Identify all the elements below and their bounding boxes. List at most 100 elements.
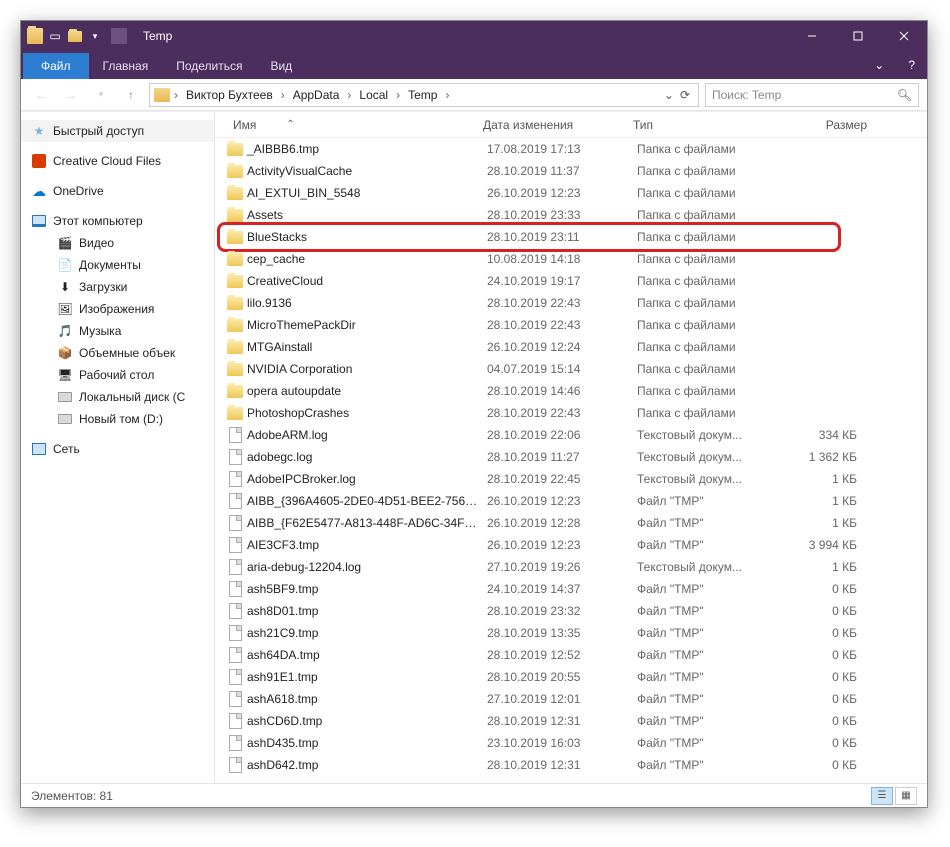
sidebar-item[interactable]: 🎵 Музыка: [21, 320, 214, 342]
item-icon: 🖥: [57, 367, 73, 383]
chevron-right-icon[interactable]: ›: [443, 88, 451, 102]
list-item[interactable]: NVIDIA Corporation04.07.2019 15:14Папка …: [219, 358, 927, 380]
view-icons-button[interactable]: ▦: [895, 787, 917, 805]
sidebar-label: Музыка: [79, 324, 121, 338]
status-bar: Элементов: 81 ☰ ▦: [21, 783, 927, 807]
item-icon: 🎵: [57, 323, 73, 339]
item-date: 26.10.2019 12:28: [479, 516, 629, 530]
view-details-button[interactable]: ☰: [871, 787, 893, 805]
chevron-right-icon[interactable]: ›: [345, 88, 353, 102]
chevron-right-icon[interactable]: ›: [279, 88, 287, 102]
address-bar[interactable]: › Виктор Бухтеев › AppData › Local › Tem…: [149, 83, 699, 107]
item-date: 28.10.2019 11:37: [479, 164, 629, 178]
col-size[interactable]: Размер: [775, 118, 875, 132]
minimize-button[interactable]: [789, 21, 835, 51]
sidebar-item[interactable]: 🖼Изображения: [21, 298, 214, 320]
breadcrumb-segment[interactable]: Виктор Бухтеев: [182, 88, 277, 102]
list-item[interactable]: AdobeARM.log28.10.2019 22:06Текстовый до…: [219, 424, 927, 446]
list-item[interactable]: AdobeIPCBroker.log28.10.2019 22:45Тексто…: [219, 468, 927, 490]
breadcrumb-segment[interactable]: Temp: [404, 88, 441, 102]
sidebar-item[interactable]: ⬇Загрузки: [21, 276, 214, 298]
address-dropdown-icon[interactable]: ⌄: [664, 88, 674, 102]
list-item[interactable]: ashCD6D.tmp28.10.2019 12:31Файл "TMP"0 К…: [219, 710, 927, 732]
list-item[interactable]: adobegc.log28.10.2019 11:27Текстовый док…: [219, 446, 927, 468]
sidebar-item[interactable]: Новый том (D:): [21, 408, 214, 430]
ribbon-expand-icon[interactable]: ⌄: [862, 58, 896, 72]
item-icon: 📦: [57, 345, 73, 361]
list-item[interactable]: lilo.913628.10.2019 22:43Папка с файлами: [219, 292, 927, 314]
sidebar-item[interactable]: 📦Объемные объек: [21, 342, 214, 364]
list-item[interactable]: opera autoupdate28.10.2019 14:46Папка с …: [219, 380, 927, 402]
list-item[interactable]: PhotoshopCrashes28.10.2019 22:43Папка с …: [219, 402, 927, 424]
breadcrumb-segment[interactable]: AppData: [289, 88, 344, 102]
tab-home[interactable]: Главная: [89, 53, 163, 79]
maximize-button[interactable]: [835, 21, 881, 51]
chevron-right-icon[interactable]: ›: [172, 88, 180, 102]
item-name: CreativeCloud: [245, 274, 479, 288]
sidebar-creative-cloud[interactable]: Creative Cloud Files: [21, 150, 214, 172]
item-type: Папка с файлами: [629, 252, 779, 266]
sidebar-this-pc[interactable]: Этот компьютер: [21, 210, 214, 232]
qat-newfolder-icon[interactable]: [67, 28, 83, 44]
qat-dropdown-icon[interactable]: ▾: [87, 28, 103, 44]
nav-recent-dropdown[interactable]: ▾: [89, 83, 113, 107]
list-item[interactable]: MTGAinstall26.10.2019 12:24Папка с файла…: [219, 336, 927, 358]
sidebar-item[interactable]: 🎬Видео: [21, 232, 214, 254]
nav-forward-button[interactable]: →: [59, 83, 83, 107]
help-icon[interactable]: ?: [896, 58, 927, 72]
search-input[interactable]: Поиск: Temp 🔍︎: [705, 83, 919, 107]
breadcrumb-segment[interactable]: Local: [355, 88, 392, 102]
list-item[interactable]: AIBB_{F62E5477-A813-448F-AD6C-34FB7...26…: [219, 512, 927, 534]
tab-share[interactable]: Поделиться: [162, 53, 256, 79]
sidebar-onedrive[interactable]: OneDrive: [21, 180, 214, 202]
col-type[interactable]: Тип: [625, 118, 775, 132]
list-item[interactable]: ashA618.tmp27.10.2019 12:01Файл "TMP"0 К…: [219, 688, 927, 710]
close-button[interactable]: [881, 21, 927, 51]
sort-asc-icon: ⌃: [286, 119, 294, 130]
list-item[interactable]: AIBB_{396A4605-2DE0-4D51-BEE2-7565EF...2…: [219, 490, 927, 512]
list-item[interactable]: _AIBBB6.tmp17.08.2019 17:13Папка с файла…: [219, 138, 927, 160]
item-type: Текстовый докум...: [629, 560, 779, 574]
sidebar-item[interactable]: Локальный диск (C: [21, 386, 214, 408]
folder-icon: [227, 407, 243, 420]
list-item[interactable]: AI_EXTUI_BIN_554826.10.2019 12:23Папка с…: [219, 182, 927, 204]
tab-view[interactable]: Вид: [256, 53, 306, 79]
list-item[interactable]: ashD642.tmp28.10.2019 12:31Файл "TMP"0 К…: [219, 754, 927, 776]
chevron-right-icon[interactable]: ›: [394, 88, 402, 102]
search-icon[interactable]: 🔍︎: [897, 88, 912, 102]
tab-file[interactable]: Файл: [23, 53, 89, 79]
item-date: 28.10.2019 20:55: [479, 670, 629, 684]
item-name: ashD435.tmp: [245, 736, 479, 750]
item-date: 28.10.2019 23:32: [479, 604, 629, 618]
sidebar-quick-access[interactable]: ★ Быстрый доступ: [21, 120, 214, 142]
list-item[interactable]: aria-debug-12204.log27.10.2019 19:26Текс…: [219, 556, 927, 578]
list-item[interactable]: BlueStacks28.10.2019 23:11Папка с файлам…: [219, 226, 927, 248]
sidebar-item[interactable]: 📄Документы: [21, 254, 214, 276]
list-item[interactable]: ashD435.tmp23.10.2019 16:03Файл "TMP"0 К…: [219, 732, 927, 754]
item-date: 28.10.2019 22:43: [479, 406, 629, 420]
list-item[interactable]: ash5BF9.tmp24.10.2019 14:37Файл "TMP"0 К…: [219, 578, 927, 600]
list-item[interactable]: CreativeCloud24.10.2019 19:17Папка с фай…: [219, 270, 927, 292]
refresh-icon[interactable]: ⟳: [680, 88, 690, 102]
col-date[interactable]: Дата изменения: [475, 118, 625, 132]
item-date: 26.10.2019 12:23: [479, 494, 629, 508]
item-type: Папка с файлами: [629, 208, 779, 222]
list-item[interactable]: ash91E1.tmp28.10.2019 20:55Файл "TMP"0 К…: [219, 666, 927, 688]
sidebar-item[interactable]: 🖥Рабочий стол: [21, 364, 214, 386]
list-item[interactable]: ash8D01.tmp28.10.2019 23:32Файл "TMP"0 К…: [219, 600, 927, 622]
item-name: opera autoupdate: [245, 384, 479, 398]
list-item[interactable]: MicroThemePackDir28.10.2019 22:43Папка с…: [219, 314, 927, 336]
list-item[interactable]: ash64DA.tmp28.10.2019 12:52Файл "TMP"0 К…: [219, 644, 927, 666]
col-name[interactable]: Имя⌃: [225, 118, 475, 132]
qat-properties-icon[interactable]: ▭: [47, 28, 63, 44]
list-item[interactable]: ActivityVisualCache28.10.2019 11:37Папка…: [219, 160, 927, 182]
nav-up-button[interactable]: ↑: [119, 83, 143, 107]
folder-icon: [227, 319, 243, 332]
item-name: ash21C9.tmp: [245, 626, 479, 640]
list-item[interactable]: AIE3CF3.tmp26.10.2019 12:23Файл "TMP"3 9…: [219, 534, 927, 556]
nav-pane: ★ Быстрый доступ Creative Cloud Files On…: [21, 112, 215, 783]
item-type: Папка с файлами: [629, 362, 779, 376]
sidebar-network[interactable]: Сеть: [21, 438, 214, 460]
list-item[interactable]: ash21C9.tmp28.10.2019 13:35Файл "TMP"0 К…: [219, 622, 927, 644]
nav-back-button[interactable]: ←: [29, 83, 53, 107]
